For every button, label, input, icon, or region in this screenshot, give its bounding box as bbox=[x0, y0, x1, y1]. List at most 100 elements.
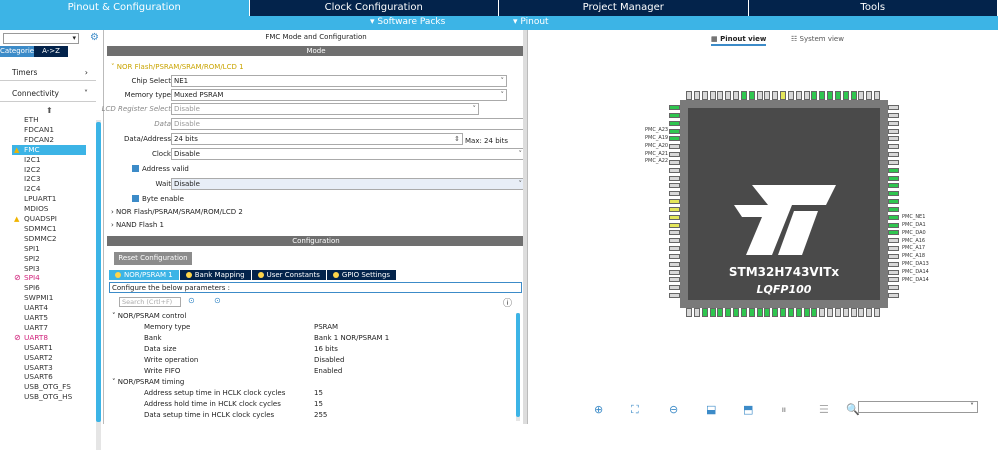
pin-left[interactable] bbox=[669, 176, 680, 181]
param-row[interactable]: Write FIFOEnabled bbox=[107, 366, 512, 377]
pin-top[interactable] bbox=[811, 91, 817, 100]
pin-left[interactable] bbox=[669, 199, 680, 204]
pin-top[interactable] bbox=[749, 91, 755, 100]
peripheral-item[interactable]: SPI4 bbox=[12, 273, 86, 283]
zoom-out-icon[interactable]: ⊖ bbox=[669, 403, 678, 416]
peripheral-item[interactable]: USB_OTG_HS bbox=[12, 392, 86, 402]
pin-bottom[interactable] bbox=[702, 308, 708, 317]
pin-left[interactable] bbox=[669, 113, 680, 118]
pin-right[interactable] bbox=[888, 277, 899, 282]
pin-right[interactable] bbox=[888, 207, 899, 212]
pin-bottom[interactable] bbox=[694, 308, 700, 317]
peripheral-item[interactable]: MDIOS bbox=[12, 204, 86, 214]
pin-top[interactable] bbox=[866, 91, 872, 100]
tab-user-constants[interactable]: User Constants bbox=[252, 270, 326, 280]
pin-right[interactable] bbox=[888, 121, 899, 126]
pin-bottom[interactable] bbox=[819, 308, 825, 317]
category-timers[interactable]: Timers› bbox=[0, 65, 96, 81]
peripheral-item[interactable]: I2C2 bbox=[12, 165, 86, 175]
param-row[interactable]: BankBank 1 NOR/PSRAM 1 bbox=[107, 333, 512, 344]
parameter-search-input[interactable]: Search (Crtl+F) bbox=[119, 297, 181, 307]
fit-screen-icon[interactable]: ⛶ bbox=[631, 403, 639, 417]
pin-left[interactable] bbox=[669, 246, 680, 251]
peripheral-item[interactable]: USART3 bbox=[12, 363, 86, 373]
pin-right[interactable] bbox=[888, 285, 899, 290]
pin-top[interactable] bbox=[764, 91, 770, 100]
pin-top[interactable] bbox=[796, 91, 802, 100]
peripheral-item[interactable]: SWPMI1 bbox=[12, 293, 86, 303]
split-vertical-icon[interactable]: ⏸ bbox=[781, 403, 787, 417]
pin-left[interactable] bbox=[669, 105, 680, 110]
pin-top[interactable] bbox=[835, 91, 841, 100]
pin-left[interactable] bbox=[669, 168, 680, 173]
pin-right[interactable] bbox=[888, 254, 899, 259]
pinout-view-tab[interactable]: ▦ Pinout view bbox=[711, 35, 766, 46]
pin-left[interactable] bbox=[669, 238, 680, 243]
pin-bottom[interactable] bbox=[843, 308, 849, 317]
pin-right[interactable] bbox=[888, 105, 899, 110]
pin-right[interactable] bbox=[888, 215, 899, 220]
pin-bottom[interactable] bbox=[874, 308, 880, 317]
pin-bottom[interactable] bbox=[804, 308, 810, 317]
param-group-timing[interactable]: ˅ NOR/PSRAM timing bbox=[112, 377, 184, 388]
pin-right[interactable] bbox=[888, 199, 899, 204]
pin-left[interactable] bbox=[669, 136, 680, 141]
pin-right[interactable] bbox=[888, 230, 899, 235]
pin-left[interactable] bbox=[669, 152, 680, 157]
pin-right[interactable] bbox=[888, 176, 899, 181]
software-packs-menu[interactable]: ▾ Software Packs bbox=[370, 17, 445, 27]
pin-right[interactable] bbox=[888, 160, 899, 165]
tab-project-manager[interactable]: Project Manager bbox=[499, 0, 749, 16]
pin-right[interactable] bbox=[888, 223, 899, 228]
search-next-icon[interactable]: ⊙ bbox=[214, 296, 221, 305]
peripheral-item[interactable]: USART2 bbox=[12, 353, 86, 363]
peripheral-item[interactable]: UART7 bbox=[12, 323, 86, 333]
pin-left[interactable] bbox=[669, 254, 680, 259]
pin-right[interactable] bbox=[888, 262, 899, 267]
peripheral-item[interactable]: QUADSPI bbox=[12, 214, 86, 224]
pin-bottom[interactable] bbox=[757, 308, 763, 317]
pin-bottom[interactable] bbox=[811, 308, 817, 317]
system-view-tab[interactable]: ☷ System view bbox=[791, 35, 844, 43]
category-search-input[interactable]: ▾ bbox=[3, 33, 79, 44]
pin-top[interactable] bbox=[686, 91, 692, 100]
tab-nor-psram-1[interactable]: NOR/PSRAM 1 bbox=[109, 270, 179, 280]
param-row[interactable]: Data size16 bits bbox=[107, 344, 512, 355]
peripheral-item[interactable]: SPI2 bbox=[12, 254, 86, 264]
pin-top[interactable] bbox=[851, 91, 857, 100]
pin-left[interactable] bbox=[669, 144, 680, 149]
pin-left[interactable] bbox=[669, 129, 680, 134]
pin-right[interactable] bbox=[888, 293, 899, 298]
pin-top[interactable] bbox=[827, 91, 833, 100]
pin-top[interactable] bbox=[702, 91, 708, 100]
pin-bottom[interactable] bbox=[788, 308, 794, 317]
pin-top[interactable] bbox=[804, 91, 810, 100]
pin-top[interactable] bbox=[788, 91, 794, 100]
pin-bottom[interactable] bbox=[835, 308, 841, 317]
pin-left[interactable] bbox=[669, 293, 680, 298]
pin-left[interactable] bbox=[669, 270, 680, 275]
pin-top[interactable] bbox=[733, 91, 739, 100]
params-scrollbar-thumb[interactable] bbox=[516, 313, 520, 417]
pin-left[interactable] bbox=[669, 277, 680, 282]
peripheral-item[interactable]: UART5 bbox=[12, 313, 86, 323]
pin-bottom[interactable] bbox=[686, 308, 692, 317]
nand-tree-item[interactable]: › NAND Flash 1 bbox=[111, 219, 164, 231]
peripheral-item[interactable]: SDMMC1 bbox=[12, 224, 86, 234]
pin-top[interactable] bbox=[772, 91, 778, 100]
pin-bottom[interactable] bbox=[827, 308, 833, 317]
peripheral-item[interactable]: LPUART1 bbox=[12, 194, 86, 204]
param-row[interactable]: Address hold time in HCLK clock cycles15 bbox=[107, 399, 512, 410]
pin-top[interactable] bbox=[819, 91, 825, 100]
pin-left[interactable] bbox=[669, 262, 680, 267]
pin-bottom[interactable] bbox=[725, 308, 731, 317]
pin-bottom[interactable] bbox=[741, 308, 747, 317]
pin-top[interactable] bbox=[710, 91, 716, 100]
tab-categories[interactable]: Categories bbox=[0, 46, 34, 57]
pin-bottom[interactable] bbox=[858, 308, 864, 317]
pin-left[interactable] bbox=[669, 285, 680, 290]
peripheral-item[interactable]: I2C1 bbox=[12, 155, 86, 165]
pin-top[interactable] bbox=[741, 91, 747, 100]
pin-right[interactable] bbox=[888, 183, 899, 188]
pin-bottom[interactable] bbox=[796, 308, 802, 317]
